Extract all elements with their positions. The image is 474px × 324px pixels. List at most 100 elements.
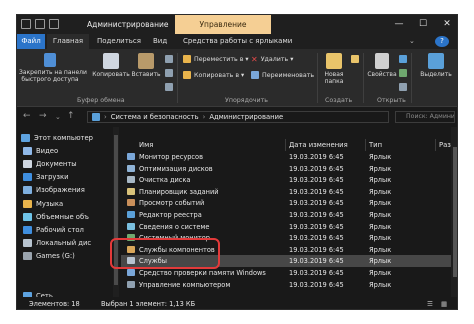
help-icon[interactable]: ? bbox=[435, 36, 449, 47]
file-type: Ярлык bbox=[369, 164, 392, 173]
copy-button[interactable]: Копировать bbox=[91, 53, 131, 78]
close-button[interactable]: ✕ bbox=[435, 15, 457, 34]
downloads-folder-icon bbox=[23, 173, 32, 182]
column-divider[interactable] bbox=[435, 139, 436, 151]
shortcut-icon bbox=[127, 199, 135, 207]
search-input[interactable]: Поиск: Администрирование bbox=[395, 111, 455, 123]
nav-item[interactable]: Изображения bbox=[23, 184, 85, 197]
ribbon-tabs: Файл Главная Поделиться Вид Средства раб… bbox=[17, 34, 457, 49]
back-icon[interactable]: ← bbox=[23, 111, 31, 121]
tab-view[interactable]: Вид bbox=[153, 34, 167, 49]
tab-file[interactable]: Файл bbox=[17, 34, 45, 49]
file-date: 19.03.2019 6:45 bbox=[289, 257, 344, 266]
tab-share[interactable]: Поделиться bbox=[97, 34, 141, 49]
nav-item[interactable]: Видео bbox=[23, 144, 58, 157]
context-tab-manage[interactable]: Управление bbox=[175, 15, 271, 34]
title-bar: Администрирование Управление — ☐ ✕ bbox=[17, 15, 457, 34]
up-icon[interactable]: ↑ bbox=[67, 111, 75, 121]
rename-label: Переименовать bbox=[262, 71, 315, 79]
list-scrollbar-thumb[interactable] bbox=[453, 147, 457, 277]
nav-item[interactable]: Games (G:) bbox=[23, 250, 75, 263]
nav-item[interactable]: Этот компьютер bbox=[21, 131, 93, 144]
file-row[interactable]: Редактор реестра 19.03.2019 6:45 Ярлык bbox=[121, 209, 457, 221]
file-row[interactable]: Монитор ресурсов 19.03.2019 6:45 Ярлык bbox=[121, 151, 457, 163]
file-row[interactable]: Планировщик заданий 19.03.2019 6:45 Ярлык bbox=[121, 186, 457, 198]
properties-icon[interactable] bbox=[35, 19, 45, 29]
new-folder-label-line1: Новая bbox=[324, 71, 344, 78]
column-divider[interactable] bbox=[365, 139, 366, 151]
open-icon bbox=[399, 55, 407, 63]
file-name: Управление компьютером bbox=[139, 280, 231, 289]
copy-to-button[interactable]: Копировать в ▾ bbox=[183, 71, 244, 79]
column-type[interactable]: Тип bbox=[369, 141, 382, 149]
file-type: Ярлык bbox=[369, 176, 392, 185]
copy-path-button[interactable] bbox=[165, 69, 173, 77]
column-date[interactable]: Дата изменения bbox=[289, 141, 348, 149]
pin-label-line2: быстрого доступа bbox=[21, 76, 79, 83]
pin-label-line1: Закрепить на панели bbox=[19, 69, 87, 76]
forward-icon[interactable]: → bbox=[39, 111, 47, 121]
paste-shortcut-button[interactable] bbox=[165, 83, 173, 91]
file-row[interactable]: Управление компьютером 19.03.2019 6:45 Ярл… bbox=[121, 279, 457, 291]
select-icon bbox=[428, 53, 444, 69]
group-organize-label: Упорядочить bbox=[225, 97, 268, 104]
paste-button[interactable]: Вставить bbox=[129, 53, 163, 78]
folder-icon[interactable] bbox=[21, 19, 31, 29]
open-button[interactable] bbox=[399, 55, 407, 63]
address-bar[interactable]: › Система и безопасность › Администриров… bbox=[87, 111, 389, 123]
move-to-button[interactable]: Переместить в ▾ bbox=[183, 55, 249, 63]
file-row[interactable]: Сведения о системе 19.03.2019 6:45 Ярлык bbox=[121, 221, 457, 233]
file-row[interactable]: Просмотр событий 19.03.2019 6:45 Ярлык bbox=[121, 197, 457, 209]
collapse-ribbon-icon[interactable]: ⌄ bbox=[409, 34, 415, 49]
breadcrumb-administration[interactable]: Администрирование bbox=[209, 113, 283, 121]
tab-shortcut-tools[interactable]: Средства работы с ярлыками bbox=[183, 34, 292, 49]
details-view-icon[interactable]: ☰ bbox=[427, 300, 433, 308]
properties-icon bbox=[375, 53, 389, 69]
highlight-box bbox=[110, 238, 220, 269]
file-date: 19.03.2019 6:45 bbox=[289, 187, 344, 196]
navigation-pane: Этот компьютер Видео Документы Загрузки Изоб… bbox=[17, 127, 113, 297]
nav-item[interactable]: Сеть bbox=[23, 289, 53, 297]
file-row[interactable]: Очистка диска 19.03.2019 6:45 Ярлык bbox=[121, 174, 457, 186]
tab-home[interactable]: Главная bbox=[47, 34, 89, 49]
copy-to-label: Копировать в ▾ bbox=[194, 71, 245, 79]
copy-to-icon bbox=[183, 71, 191, 79]
new-folder-label-line2: папка bbox=[324, 78, 344, 85]
nav-item[interactable]: Музыка bbox=[23, 197, 63, 210]
breadcrumb-system-security[interactable]: Система и безопасность bbox=[111, 113, 199, 121]
rename-button[interactable]: Переименовать bbox=[251, 71, 314, 79]
nav-item[interactable]: Загрузки bbox=[23, 171, 69, 184]
status-bar: Элементов: 18 Выбран 1 элемент: 1,13 КБ … bbox=[17, 297, 457, 309]
recent-locations-icon[interactable]: ⌄ bbox=[55, 113, 61, 121]
edit-button[interactable] bbox=[399, 69, 407, 77]
delete-button[interactable]: ✕ Удалить ▾ bbox=[251, 55, 293, 64]
shortcut-icon bbox=[127, 187, 135, 195]
large-icons-view-icon[interactable]: ▦ bbox=[441, 300, 447, 308]
3d-objects-folder-icon bbox=[23, 212, 32, 221]
minimize-button[interactable]: — bbox=[387, 15, 411, 34]
properties-button[interactable]: Свойства bbox=[365, 53, 399, 78]
file-name: Средство проверки памяти Windows bbox=[139, 269, 266, 277]
pin-quick-access-button[interactable]: Закрепить на панели быстрого доступа bbox=[19, 53, 87, 83]
column-name[interactable]: Имя bbox=[139, 141, 153, 149]
ribbon: Закрепить на панели быстрого доступа Коп… bbox=[17, 49, 457, 107]
file-row[interactable]: Оптимизация дисков 19.03.2019 6:45 Ярлык bbox=[121, 163, 457, 175]
edit-icon bbox=[399, 69, 407, 77]
cut-button[interactable] bbox=[165, 55, 173, 63]
file-type: Ярлык bbox=[369, 280, 392, 289]
nav-item[interactable]: Объемные объ bbox=[23, 210, 89, 223]
maximize-button[interactable]: ☐ bbox=[411, 15, 435, 34]
window-title: Администрирование bbox=[87, 20, 169, 29]
new-folder-icon[interactable] bbox=[49, 19, 59, 29]
history-button[interactable] bbox=[399, 83, 407, 91]
nav-item[interactable]: Локальный дис bbox=[23, 237, 91, 250]
column-divider[interactable] bbox=[285, 139, 286, 151]
desktop-folder-icon bbox=[23, 225, 32, 234]
nav-item[interactable]: Рабочий стол bbox=[23, 223, 84, 236]
select-button[interactable]: Выделить bbox=[417, 53, 455, 78]
nav-item[interactable]: Документы bbox=[23, 157, 77, 170]
new-item-button[interactable] bbox=[351, 55, 359, 63]
nav-item-label: Документы bbox=[36, 159, 77, 168]
properties-label: Свойства bbox=[367, 71, 397, 78]
new-folder-button[interactable]: Новая папка bbox=[319, 53, 349, 85]
